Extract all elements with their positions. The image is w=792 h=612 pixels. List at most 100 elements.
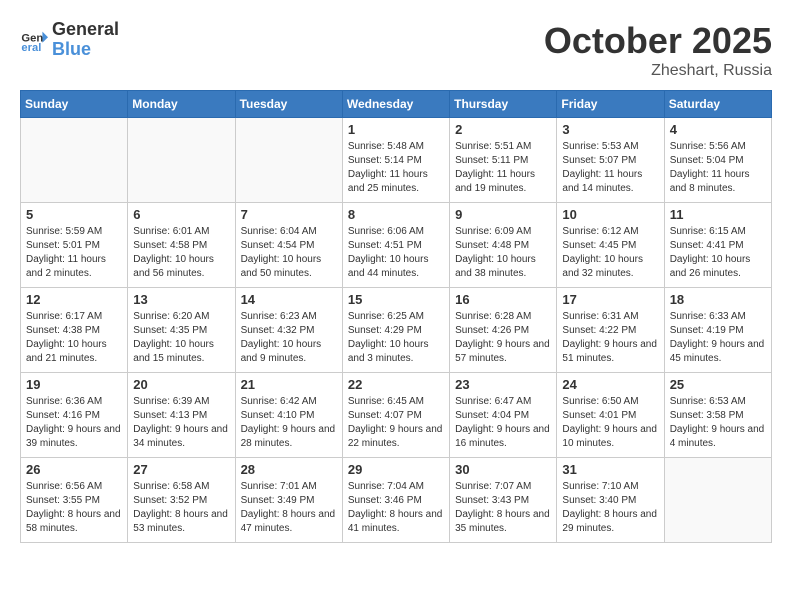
- day-number: 22: [348, 377, 444, 392]
- day-number: 4: [670, 122, 766, 137]
- table-row: 13 Sunrise: 6:20 AMSunset: 4:35 PMDaylig…: [128, 288, 235, 373]
- header-monday: Monday: [128, 91, 235, 118]
- day-number: 16: [455, 292, 551, 307]
- table-row: 19 Sunrise: 6:36 AMSunset: 4:16 PMDaylig…: [21, 373, 128, 458]
- day-info: Sunrise: 6:09 AMSunset: 4:48 PMDaylight:…: [455, 225, 551, 281]
- day-info: Sunrise: 5:48 AMSunset: 5:14 PMDaylight:…: [348, 140, 444, 196]
- day-number: 21: [241, 377, 337, 392]
- day-info: Sunrise: 5:59 AMSunset: 5:01 PMDaylight:…: [26, 225, 122, 281]
- calendar-week-row: 5 Sunrise: 5:59 AMSunset: 5:01 PMDayligh…: [21, 203, 772, 288]
- table-row: 20 Sunrise: 6:39 AMSunset: 4:13 PMDaylig…: [128, 373, 235, 458]
- day-info: Sunrise: 6:31 AMSunset: 4:22 PMDaylight:…: [562, 310, 658, 366]
- table-row: 29 Sunrise: 7:04 AMSunset: 3:46 PMDaylig…: [342, 458, 449, 543]
- day-number: 7: [241, 207, 337, 222]
- calendar-week-row: 12 Sunrise: 6:17 AMSunset: 4:38 PMDaylig…: [21, 288, 772, 373]
- table-row: 4 Sunrise: 5:56 AMSunset: 5:04 PMDayligh…: [664, 118, 771, 203]
- table-row: 6 Sunrise: 6:01 AMSunset: 4:58 PMDayligh…: [128, 203, 235, 288]
- table-row: 11 Sunrise: 6:15 AMSunset: 4:41 PMDaylig…: [664, 203, 771, 288]
- day-info: Sunrise: 5:53 AMSunset: 5:07 PMDaylight:…: [562, 140, 658, 196]
- table-row: 17 Sunrise: 6:31 AMSunset: 4:22 PMDaylig…: [557, 288, 664, 373]
- day-info: Sunrise: 6:01 AMSunset: 4:58 PMDaylight:…: [133, 225, 229, 281]
- table-row: 9 Sunrise: 6:09 AMSunset: 4:48 PMDayligh…: [450, 203, 557, 288]
- title-block: October 2025 Zheshart, Russia: [544, 20, 772, 80]
- day-info: Sunrise: 6:12 AMSunset: 4:45 PMDaylight:…: [562, 225, 658, 281]
- day-info: Sunrise: 6:15 AMSunset: 4:41 PMDaylight:…: [670, 225, 766, 281]
- table-row: [128, 118, 235, 203]
- table-row: 27 Sunrise: 6:58 AMSunset: 3:52 PMDaylig…: [128, 458, 235, 543]
- table-row: 18 Sunrise: 6:33 AMSunset: 4:19 PMDaylig…: [664, 288, 771, 373]
- header-thursday: Thursday: [450, 91, 557, 118]
- day-number: 29: [348, 462, 444, 477]
- day-number: 1: [348, 122, 444, 137]
- day-info: Sunrise: 6:53 AMSunset: 3:58 PMDaylight:…: [670, 395, 766, 451]
- day-number: 2: [455, 122, 551, 137]
- calendar-week-row: 26 Sunrise: 6:56 AMSunset: 3:55 PMDaylig…: [21, 458, 772, 543]
- table-row: 30 Sunrise: 7:07 AMSunset: 3:43 PMDaylig…: [450, 458, 557, 543]
- day-number: 18: [670, 292, 766, 307]
- table-row: 2 Sunrise: 5:51 AMSunset: 5:11 PMDayligh…: [450, 118, 557, 203]
- table-row: 15 Sunrise: 6:25 AMSunset: 4:29 PMDaylig…: [342, 288, 449, 373]
- day-info: Sunrise: 7:07 AMSunset: 3:43 PMDaylight:…: [455, 480, 551, 536]
- day-info: Sunrise: 6:04 AMSunset: 4:54 PMDaylight:…: [241, 225, 337, 281]
- table-row: 24 Sunrise: 6:50 AMSunset: 4:01 PMDaylig…: [557, 373, 664, 458]
- table-row: 16 Sunrise: 6:28 AMSunset: 4:26 PMDaylig…: [450, 288, 557, 373]
- day-number: 24: [562, 377, 658, 392]
- day-info: Sunrise: 7:10 AMSunset: 3:40 PMDaylight:…: [562, 480, 658, 536]
- day-number: 27: [133, 462, 229, 477]
- day-number: 26: [26, 462, 122, 477]
- day-info: Sunrise: 6:20 AMSunset: 4:35 PMDaylight:…: [133, 310, 229, 366]
- day-number: 31: [562, 462, 658, 477]
- table-row: 8 Sunrise: 6:06 AMSunset: 4:51 PMDayligh…: [342, 203, 449, 288]
- svg-text:eral: eral: [21, 42, 41, 54]
- day-number: 8: [348, 207, 444, 222]
- header-friday: Friday: [557, 91, 664, 118]
- table-row: 28 Sunrise: 7:01 AMSunset: 3:49 PMDaylig…: [235, 458, 342, 543]
- day-number: 14: [241, 292, 337, 307]
- table-row: 31 Sunrise: 7:10 AMSunset: 3:40 PMDaylig…: [557, 458, 664, 543]
- day-info: Sunrise: 6:33 AMSunset: 4:19 PMDaylight:…: [670, 310, 766, 366]
- day-number: 10: [562, 207, 658, 222]
- day-info: Sunrise: 6:47 AMSunset: 4:04 PMDaylight:…: [455, 395, 551, 451]
- day-number: 28: [241, 462, 337, 477]
- day-info: Sunrise: 6:36 AMSunset: 4:16 PMDaylight:…: [26, 395, 122, 451]
- table-row: 25 Sunrise: 6:53 AMSunset: 3:58 PMDaylig…: [664, 373, 771, 458]
- day-number: 30: [455, 462, 551, 477]
- logo: Gen eral General Blue: [20, 20, 119, 60]
- calendar-week-row: 1 Sunrise: 5:48 AMSunset: 5:14 PMDayligh…: [21, 118, 772, 203]
- day-info: Sunrise: 6:45 AMSunset: 4:07 PMDaylight:…: [348, 395, 444, 451]
- calendar-header-row: Sunday Monday Tuesday Wednesday Thursday…: [21, 91, 772, 118]
- table-row: 12 Sunrise: 6:17 AMSunset: 4:38 PMDaylig…: [21, 288, 128, 373]
- day-info: Sunrise: 6:28 AMSunset: 4:26 PMDaylight:…: [455, 310, 551, 366]
- header-saturday: Saturday: [664, 91, 771, 118]
- day-info: Sunrise: 6:23 AMSunset: 4:32 PMDaylight:…: [241, 310, 337, 366]
- day-info: Sunrise: 6:17 AMSunset: 4:38 PMDaylight:…: [26, 310, 122, 366]
- day-number: 13: [133, 292, 229, 307]
- day-info: Sunrise: 6:58 AMSunset: 3:52 PMDaylight:…: [133, 480, 229, 536]
- day-number: 17: [562, 292, 658, 307]
- table-row: [21, 118, 128, 203]
- table-row: 26 Sunrise: 6:56 AMSunset: 3:55 PMDaylig…: [21, 458, 128, 543]
- day-number: 3: [562, 122, 658, 137]
- header-wednesday: Wednesday: [342, 91, 449, 118]
- day-number: 9: [455, 207, 551, 222]
- logo-icon: Gen eral: [20, 26, 48, 54]
- table-row: 23 Sunrise: 6:47 AMSunset: 4:04 PMDaylig…: [450, 373, 557, 458]
- month-title: October 2025: [544, 20, 772, 62]
- day-number: 5: [26, 207, 122, 222]
- table-row: 14 Sunrise: 6:23 AMSunset: 4:32 PMDaylig…: [235, 288, 342, 373]
- day-number: 20: [133, 377, 229, 392]
- day-number: 19: [26, 377, 122, 392]
- calendar-table: Sunday Monday Tuesday Wednesday Thursday…: [20, 90, 772, 543]
- table-row: 5 Sunrise: 5:59 AMSunset: 5:01 PMDayligh…: [21, 203, 128, 288]
- table-row: 10 Sunrise: 6:12 AMSunset: 4:45 PMDaylig…: [557, 203, 664, 288]
- day-number: 25: [670, 377, 766, 392]
- table-row: 22 Sunrise: 6:45 AMSunset: 4:07 PMDaylig…: [342, 373, 449, 458]
- day-info: Sunrise: 7:04 AMSunset: 3:46 PMDaylight:…: [348, 480, 444, 536]
- day-info: Sunrise: 6:06 AMSunset: 4:51 PMDaylight:…: [348, 225, 444, 281]
- day-info: Sunrise: 5:56 AMSunset: 5:04 PMDaylight:…: [670, 140, 766, 196]
- day-info: Sunrise: 6:39 AMSunset: 4:13 PMDaylight:…: [133, 395, 229, 451]
- table-row: 3 Sunrise: 5:53 AMSunset: 5:07 PMDayligh…: [557, 118, 664, 203]
- table-row: 1 Sunrise: 5:48 AMSunset: 5:14 PMDayligh…: [342, 118, 449, 203]
- day-number: 15: [348, 292, 444, 307]
- day-info: Sunrise: 6:42 AMSunset: 4:10 PMDaylight:…: [241, 395, 337, 451]
